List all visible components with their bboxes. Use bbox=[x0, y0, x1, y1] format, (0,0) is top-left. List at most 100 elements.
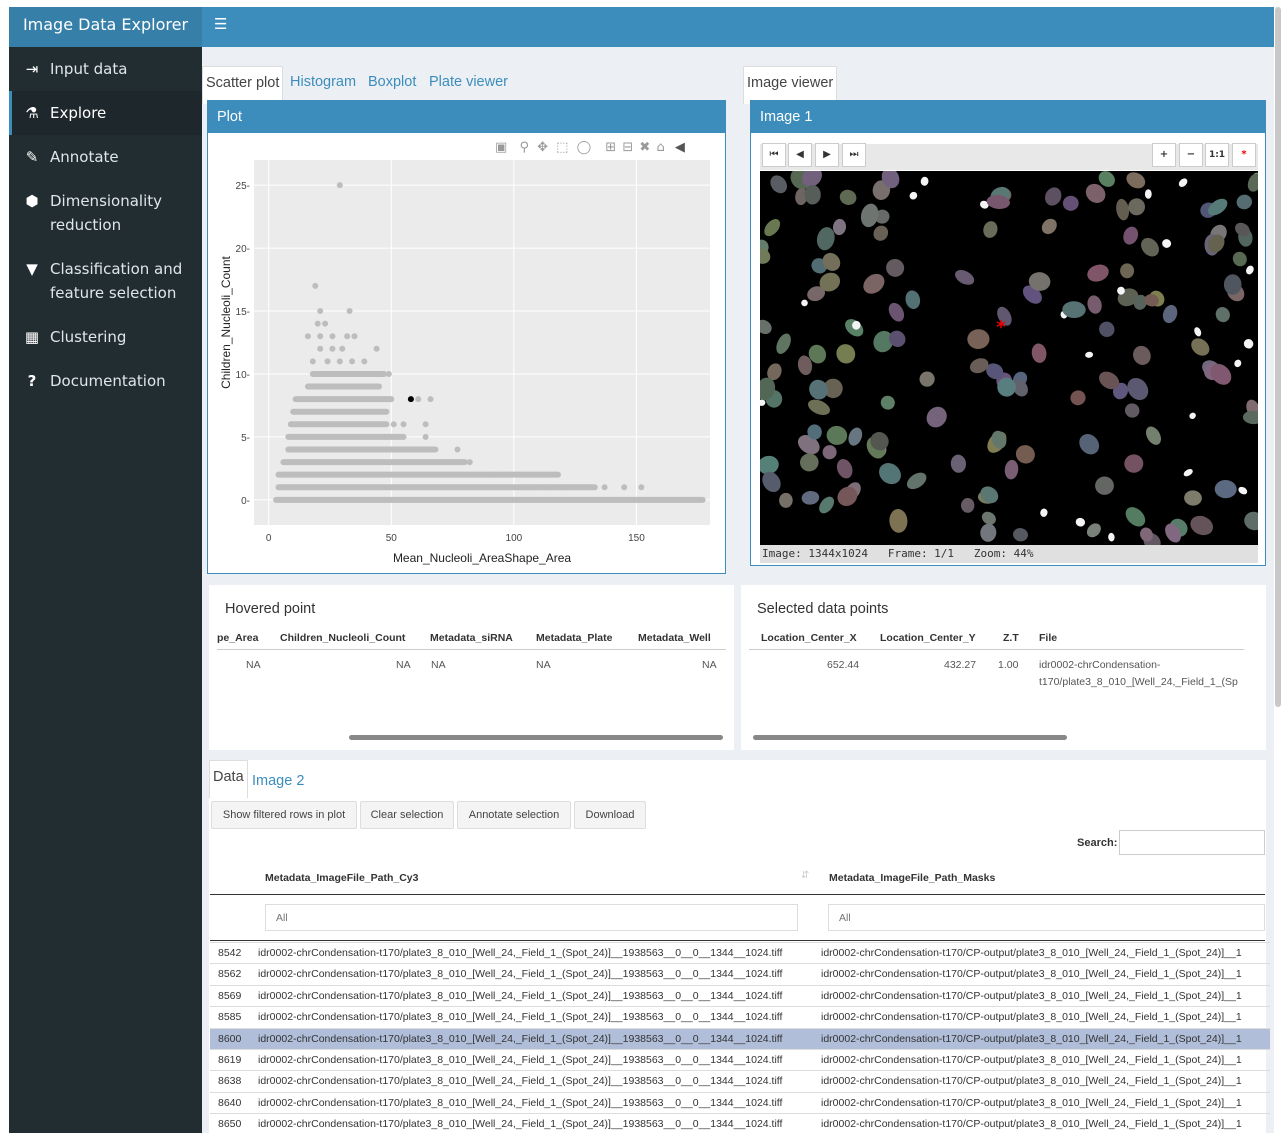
tab-histogram[interactable]: Histogram bbox=[290, 74, 356, 90]
zoom-in-button[interactable]: + bbox=[1152, 143, 1176, 167]
column-header-masks[interactable]: Metadata_ImageFile_Path_Masks bbox=[829, 872, 995, 884]
next-frame-button[interactable]: ▶ bbox=[815, 143, 839, 167]
actual-size-button[interactable]: 1:1 bbox=[1205, 143, 1229, 167]
table-row[interactable]: 8640 idr0002-chrCondensation-t170/plate3_… bbox=[210, 1091, 1270, 1113]
column-header-cy3[interactable]: Metadata_ImageFile_Path_Cy3 bbox=[265, 872, 418, 884]
zoom-out-icon[interactable]: ⊟ bbox=[622, 140, 633, 155]
column-header[interactable]: Children_Nucleoli_Count bbox=[280, 632, 405, 644]
prev-frame-button[interactable]: ◀ bbox=[788, 143, 812, 167]
data-point[interactable] bbox=[542, 484, 549, 491]
tab-plate-viewer[interactable]: Plate viewer bbox=[429, 74, 508, 90]
sidebar-item-clustering[interactable]: ▦ Clustering bbox=[9, 315, 202, 359]
data-point[interactable] bbox=[344, 333, 351, 340]
data-point[interactable] bbox=[329, 345, 336, 352]
zoom-in-icon[interactable]: ⊞ bbox=[605, 140, 616, 155]
table-row[interactable]: 8619 idr0002-chrCondensation-t170/plate3_… bbox=[210, 1049, 1270, 1070]
zoom-out-button[interactable]: − bbox=[1179, 143, 1203, 167]
data-point[interactable] bbox=[317, 345, 324, 352]
data-point[interactable] bbox=[601, 484, 608, 491]
table-row[interactable]: 8542 idr0002-chrCondensation-t170/plate3_… bbox=[210, 942, 1270, 963]
search-input[interactable] bbox=[1119, 830, 1265, 855]
column-header[interactable]: Metadata_Well bbox=[638, 632, 711, 644]
selected-cell-marker[interactable]: * bbox=[996, 317, 1006, 338]
table-row[interactable]: 8638 idr0002-chrCondensation-t170/plate3_… bbox=[210, 1070, 1270, 1091]
column-header[interactable]: Metadata_Plate bbox=[536, 632, 612, 644]
table-row[interactable]: 8569 idr0002-chrCondensation-t170/plate3_… bbox=[210, 984, 1270, 1006]
sidebar-item-classification[interactable]: ▼ Classification and feature selection bbox=[9, 247, 202, 315]
scatter-plot[interactable]: 0 50 100 150 0- 5- 10- 15- 20- 25- Mean_Nucleoli_A… bbox=[208, 160, 724, 572]
data-point[interactable] bbox=[454, 446, 461, 453]
table-row[interactable]: 8600 idr0002-chrCondensation-t170/plate3_… bbox=[210, 1027, 1270, 1049]
selected-data-point[interactable] bbox=[407, 396, 414, 403]
download-button[interactable]: Download bbox=[574, 801, 646, 829]
autoscale-icon[interactable]: ✖ bbox=[639, 140, 650, 155]
table-row[interactable]: 8650 idr0002-chrCondensation-t170/plate3_… bbox=[210, 1113, 1270, 1133]
data-point[interactable] bbox=[312, 282, 319, 289]
data-point[interactable] bbox=[621, 484, 628, 491]
box-select-icon[interactable]: ⬚ bbox=[556, 140, 568, 155]
clear-selection-button[interactable]: Clear selection bbox=[360, 801, 454, 829]
hamburger-icon[interactable]: ☰ bbox=[214, 15, 227, 33]
table-row[interactable]: 8562 idr0002-chrCondensation-t170/plate3_… bbox=[210, 963, 1270, 984]
data-point[interactable] bbox=[349, 358, 356, 365]
table-row[interactable]: 8585 idr0002-chrCondensation-t170/plate3_… bbox=[210, 1006, 1270, 1027]
data-point[interactable] bbox=[373, 345, 380, 352]
data-point[interactable] bbox=[309, 358, 316, 365]
reset-button[interactable]: * bbox=[1232, 143, 1256, 167]
sidebar-item-explore[interactable]: ⚗ Explore bbox=[9, 91, 202, 135]
data-point[interactable] bbox=[339, 345, 346, 352]
column-header[interactable]: Location_Center_Y bbox=[880, 632, 976, 644]
tab-data[interactable]: Data bbox=[209, 760, 248, 798]
spike-lines-icon[interactable]: ◀ bbox=[675, 140, 685, 155]
data-point[interactable] bbox=[466, 459, 473, 466]
column-header[interactable]: Location_Center_X bbox=[761, 632, 857, 644]
tab-image-viewer[interactable]: Image viewer bbox=[743, 66, 838, 104]
horizontal-scrollbar[interactable] bbox=[753, 735, 1067, 740]
data-point[interactable] bbox=[422, 433, 429, 440]
data-point[interactable] bbox=[491, 471, 498, 478]
lasso-select-icon[interactable]: ◯ bbox=[577, 140, 592, 155]
page-scrollbar[interactable] bbox=[1275, 7, 1281, 707]
data-point[interactable] bbox=[351, 333, 358, 340]
camera-icon[interactable]: ▣ bbox=[495, 140, 507, 155]
tab-boxplot[interactable]: Boxplot bbox=[368, 74, 416, 90]
data-point[interactable] bbox=[336, 358, 343, 365]
data-point[interactable] bbox=[400, 421, 407, 428]
horizontal-scrollbar[interactable] bbox=[349, 735, 723, 740]
sort-icon[interactable]: ⇵ bbox=[801, 870, 809, 881]
column-header[interactable]: Z.T bbox=[1003, 632, 1019, 644]
first-frame-button[interactable]: ⏮ bbox=[762, 143, 786, 167]
data-point[interactable] bbox=[336, 182, 343, 189]
data-point[interactable] bbox=[385, 370, 392, 377]
column-header[interactable]: File bbox=[1039, 632, 1057, 644]
data-point[interactable] bbox=[346, 308, 353, 315]
data-point[interactable] bbox=[415, 396, 422, 403]
column-header[interactable]: Metadata_siRNA bbox=[430, 632, 513, 644]
zoom-icon[interactable]: ⚲ bbox=[519, 140, 529, 155]
last-frame-button[interactable]: ⏭ bbox=[842, 143, 866, 167]
data-point[interactable] bbox=[322, 320, 329, 327]
sidebar-item-annotate[interactable]: ✎ Annotate bbox=[9, 135, 202, 179]
data-point[interactable] bbox=[317, 333, 324, 340]
home-icon[interactable]: ⌂ bbox=[656, 140, 664, 155]
annotate-selection-button[interactable]: Annotate selection bbox=[457, 801, 571, 829]
tab-scatter-plot[interactable]: Scatter plot bbox=[202, 66, 284, 104]
tab-image-2[interactable]: Image 2 bbox=[252, 773, 304, 789]
app-title[interactable]: Image Data Explorer bbox=[9, 7, 202, 47]
data-point[interactable] bbox=[557, 484, 564, 491]
data-point[interactable] bbox=[361, 358, 368, 365]
microscopy-image[interactable]: * bbox=[760, 171, 1258, 545]
data-point[interactable] bbox=[530, 484, 537, 491]
data-point[interactable] bbox=[427, 396, 434, 403]
data-point[interactable] bbox=[304, 333, 311, 340]
data-point[interactable] bbox=[329, 333, 336, 340]
sidebar-item-input-data[interactable]: ⇥ Input data bbox=[9, 47, 202, 91]
show-filtered-rows-button[interactable]: Show filtered rows in plot bbox=[211, 801, 357, 829]
pan-icon[interactable]: ✥ bbox=[537, 140, 548, 155]
filter-input-cy3[interactable] bbox=[265, 904, 798, 931]
data-point[interactable] bbox=[518, 484, 525, 491]
data-point[interactable] bbox=[422, 421, 429, 428]
data-point[interactable] bbox=[317, 308, 324, 315]
data-point[interactable] bbox=[503, 471, 510, 478]
data-point[interactable] bbox=[390, 421, 397, 428]
